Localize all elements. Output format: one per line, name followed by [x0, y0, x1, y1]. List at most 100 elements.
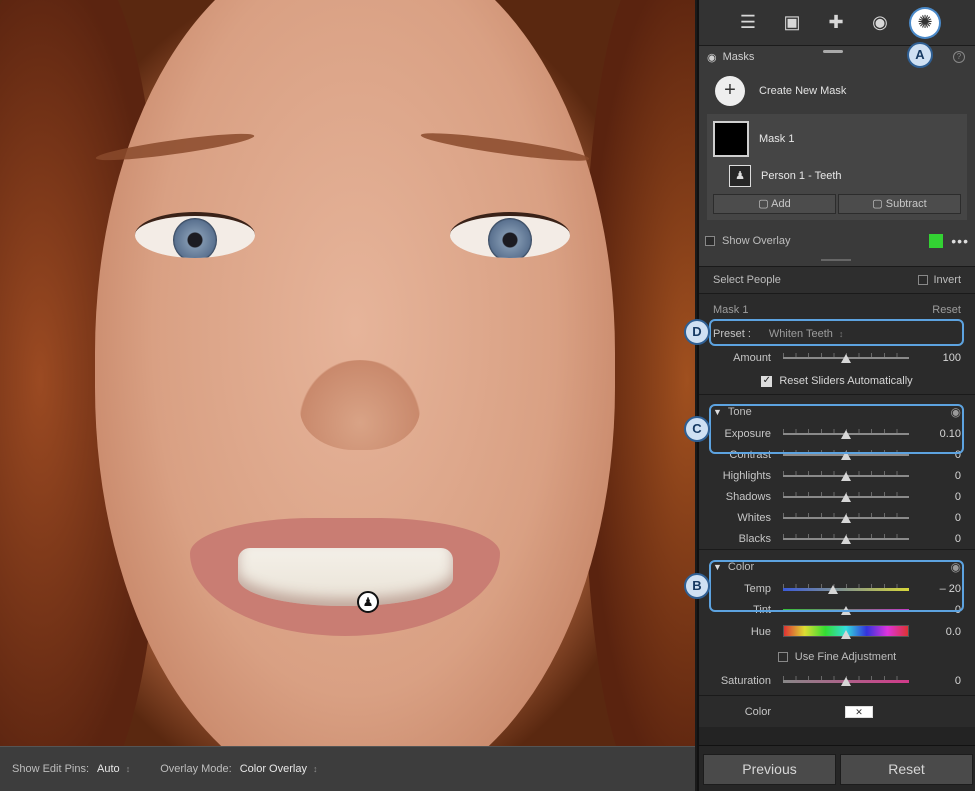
preset-select[interactable]: Whiten Teeth [769, 328, 833, 340]
mask-item[interactable]: Mask 1 [713, 120, 961, 158]
masking-icon[interactable]: ✺ [911, 8, 939, 37]
masks-visibility-icon[interactable]: ◉ [707, 51, 717, 64]
temp-value[interactable]: – 20 [921, 583, 961, 595]
fine-adjust-checkbox[interactable] [777, 652, 788, 662]
overlay-color-swatch[interactable] [929, 234, 944, 248]
tone-slider-label: Whites [737, 511, 771, 524]
color-visibility-icon[interactable]: ◉ [951, 560, 961, 574]
tool-strip: ☰ ▣ ✚ ◉ ✺ [699, 0, 975, 46]
tone-slider-value[interactable]: 0 [921, 512, 961, 524]
tone-slider-row: Shadows 0 [699, 486, 975, 507]
tone-slider-label: Highlights [722, 469, 771, 482]
hue-slider[interactable] [783, 625, 909, 639]
callout-b: B [684, 573, 710, 599]
overlay-mode-caret-icon[interactable]: ↕ [313, 764, 318, 774]
show-edit-pins-caret-icon[interactable]: ↕ [126, 764, 131, 774]
tone-slider-row: Whites 0 [699, 507, 975, 528]
tint-value[interactable]: 0 [921, 604, 961, 616]
tone-slider-value[interactable]: 0 [921, 470, 961, 482]
mask-name: Mask 1 [759, 133, 795, 145]
collapse-triangle-icon[interactable]: ▼ [713, 407, 722, 417]
tint-slider[interactable] [783, 605, 909, 615]
masks-title: Masks [722, 51, 755, 63]
create-new-mask-label: Create New Mask [759, 85, 847, 97]
teeth: ♟ [238, 548, 453, 613]
tone-slider-value[interactable]: 0 [921, 491, 961, 503]
saturation-label: Saturation [720, 674, 771, 687]
hue-value[interactable]: 0.0 [921, 626, 961, 638]
healing-icon[interactable]: ✚ [823, 10, 849, 36]
tone-slider[interactable] [783, 470, 909, 481]
callout-c: C [684, 416, 710, 442]
tone-slider-label: Contrast [729, 448, 771, 461]
panel-grip[interactable] [823, 50, 843, 53]
help-icon[interactable]: ? [953, 51, 965, 63]
nose [300, 360, 420, 450]
preset-label: Preset : [713, 328, 751, 340]
show-edit-pins-label: Show Edit Pins: [12, 763, 90, 775]
tone-slider[interactable] [783, 449, 909, 460]
edit-pin-icon[interactable]: ♟ [357, 591, 379, 613]
tone-visibility-icon[interactable]: ◉ [951, 405, 961, 419]
invert-checkbox[interactable] [918, 275, 929, 285]
hue-label: Hue [750, 626, 771, 638]
reset-sliders-row: ✓ Reset Sliders Automatically [699, 368, 975, 394]
saturation-value[interactable]: 0 [921, 675, 961, 687]
reset-link[interactable]: Reset [932, 304, 961, 316]
select-people-label[interactable]: Select People [713, 274, 781, 286]
bottom-toolbar: Show Edit Pins: Auto ↕ Overlay Mode: Col… [0, 746, 695, 791]
temp-slider[interactable] [783, 583, 909, 594]
tone-slider-value[interactable]: 0 [921, 533, 961, 545]
mask-section-title: Mask 1 [713, 304, 749, 316]
temp-label: Temp [744, 582, 771, 595]
saturation-slider[interactable] [783, 675, 909, 686]
tone-slider-label: Blacks [738, 532, 771, 545]
red-eye-icon[interactable]: ◉ [867, 10, 893, 36]
left-eye [135, 212, 255, 258]
amount-value[interactable]: 100 [921, 352, 961, 364]
tone-slider[interactable] [783, 533, 909, 544]
show-edit-pins-select[interactable]: Auto [97, 763, 120, 775]
overlay-mode-label: Overlay Mode: [160, 763, 232, 775]
tone-slider-value[interactable]: 0 [921, 449, 961, 461]
amount-slider[interactable] [783, 352, 909, 363]
tone-slider[interactable] [783, 428, 909, 439]
reset-sliders-checkbox[interactable]: ✓ [761, 375, 773, 387]
create-new-mask-button[interactable]: + Create New Mask [707, 72, 967, 110]
preset-row[interactable]: Preset : Whiten Teeth ↕ [699, 321, 975, 347]
person-icon: ♟ [729, 165, 751, 187]
subtract-button[interactable]: ▢ Subtract [838, 194, 961, 214]
tone-slider-row: Highlights 0 [699, 465, 975, 486]
tone-slider[interactable] [783, 512, 909, 523]
invert-toggle[interactable]: Invert [918, 274, 961, 286]
show-overlay-checkbox[interactable] [705, 236, 715, 246]
tone-slider-value[interactable]: 0.10 [921, 428, 961, 440]
collapse-triangle-icon[interactable]: ▼ [713, 562, 722, 572]
previous-button[interactable]: Previous [703, 754, 836, 785]
mask-thumbnail[interactable] [713, 121, 749, 157]
reset-button[interactable]: Reset [840, 754, 973, 785]
add-button[interactable]: ▢ Add [713, 194, 836, 214]
callout-a: A [907, 42, 933, 68]
tone-slider[interactable] [783, 491, 909, 502]
divider-grip[interactable] [699, 256, 975, 266]
tone-slider-row: Blacks 0 [699, 528, 975, 549]
tone-title: Tone [727, 406, 752, 418]
overlay-mode-select[interactable]: Color Overlay [240, 763, 307, 775]
invert-label: Invert [933, 274, 961, 286]
tint-label: Tint [753, 603, 771, 616]
preset-caret-icon[interactable]: ↕ [839, 329, 844, 339]
tone-section: ▼ Tone ◉ Exposure 0.10 Contrast 0 Highlights… [699, 394, 975, 549]
photo-canvas[interactable]: ♟ [0, 0, 695, 746]
crop-icon[interactable]: ▣ [779, 10, 805, 36]
tone-header[interactable]: ▼ Tone ◉ [699, 401, 975, 423]
mask-component-item[interactable]: ♟ Person 1 - Teeth [713, 158, 961, 194]
more-options-icon[interactable]: ••• [951, 233, 969, 249]
color-header[interactable]: ▼ Color ◉ [699, 556, 975, 578]
fine-adjust-row: Use Fine Adjustment [699, 644, 975, 670]
mask-list: Mask 1 ♟ Person 1 - Teeth ▢ Add ▢ Subtra… [707, 114, 967, 220]
right-panel: ☰ ▣ ✚ ◉ ✺ ◉ Masks ? + Create New Mask Ma… [697, 0, 975, 791]
plus-icon[interactable]: + [715, 76, 745, 106]
color-picker-swatch[interactable]: ✕ [845, 705, 873, 718]
sliders-icon[interactable]: ☰ [735, 10, 761, 36]
